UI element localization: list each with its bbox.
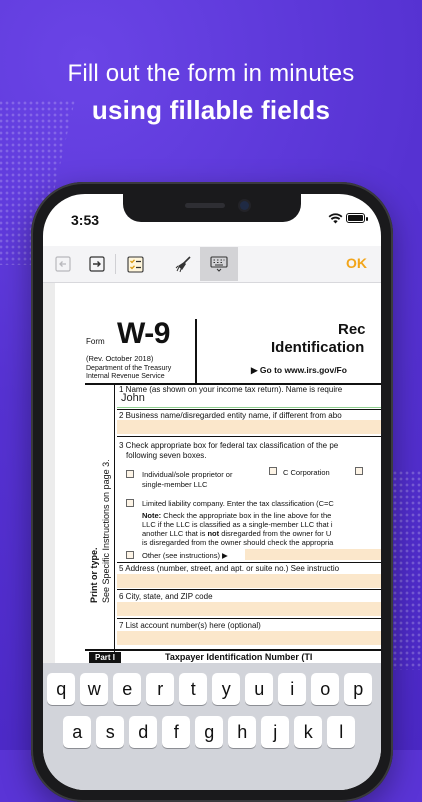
key-y[interactable]: y	[212, 673, 241, 705]
field-3-label: 3 Check appropriate box for federal tax …	[119, 441, 339, 450]
key-l[interactable]: l	[327, 716, 356, 748]
notch	[123, 194, 301, 222]
form-word: Form	[86, 337, 105, 346]
w9-page: Form W-9 (Rev. October 2018) Department …	[55, 283, 381, 663]
field-rule	[117, 436, 381, 437]
broom-icon[interactable]	[170, 250, 198, 278]
form-department: Department of the Treasury Internal Reve…	[86, 365, 171, 381]
name-input[interactable]	[117, 394, 381, 408]
name-value: John	[121, 392, 145, 404]
account-number-input[interactable]	[117, 631, 381, 645]
key-u[interactable]: u	[245, 673, 274, 705]
back-icon[interactable]	[49, 250, 77, 278]
field-rule	[117, 409, 381, 410]
key-q[interactable]: q	[47, 673, 76, 705]
s-corporation-checkbox[interactable]	[355, 467, 363, 475]
key-w[interactable]: w	[80, 673, 109, 705]
phone-screen: 3:53 OK Form W-9 (Rev. October 2018) Dep…	[43, 194, 381, 790]
checklist-icon[interactable]	[121, 250, 149, 278]
document-view[interactable]: Form W-9 (Rev. October 2018) Department …	[43, 283, 381, 663]
keyboard-icon[interactable]	[200, 247, 238, 281]
key-d[interactable]: d	[129, 716, 158, 748]
promo-line-2: using fillable fields	[91, 95, 331, 125]
address-input[interactable]	[117, 574, 381, 588]
status-time: 3:53	[71, 212, 100, 228]
side-label-instructions: See Specific Instructions on page 3.	[101, 459, 111, 603]
battery-icon	[346, 213, 368, 223]
c-corporation-label: C Corporation	[283, 468, 330, 477]
key-f[interactable]: f	[162, 716, 191, 748]
key-t[interactable]: t	[179, 673, 208, 705]
individual-label-1: Individual/sole proprietor or	[142, 470, 233, 479]
field-7-label: 7 List account number(s) here (optional)	[119, 621, 261, 630]
part-rule	[85, 649, 381, 651]
field-rule	[117, 562, 381, 563]
key-g[interactable]: g	[195, 716, 224, 748]
individual-label-2: single-member LLC	[142, 480, 208, 489]
city-state-zip-input[interactable]	[117, 602, 381, 616]
llc-checkbox[interactable]	[126, 499, 134, 507]
key-k[interactable]: k	[294, 716, 323, 748]
field-5-label: 5 Address (number, street, and apt. or s…	[119, 564, 340, 573]
heading-line-2: Identification	[271, 339, 365, 356]
form-revision: (Rev. October 2018)	[86, 354, 154, 363]
key-o[interactable]: o	[311, 673, 340, 705]
dept-line-2: Internal Revenue Service	[86, 373, 165, 380]
goto-irs-link: ▶ Go to www.irs.gov/Fo	[251, 365, 347, 375]
key-j[interactable]: j	[261, 716, 290, 748]
key-a[interactable]: a	[63, 716, 92, 748]
camera	[240, 201, 249, 210]
business-name-input[interactable]	[117, 420, 381, 434]
form-title: W-9	[117, 317, 170, 350]
llc-label: Limited liability company. Enter the tax…	[142, 499, 334, 508]
header-divider	[195, 319, 197, 383]
c-corporation-checkbox[interactable]	[269, 467, 277, 475]
keyboard: qwertyuiop asdfghjkl	[43, 663, 381, 790]
field-6-label: 6 City, state, and ZIP code	[119, 592, 213, 601]
part-title: Taxpayer Identification Number (TI	[165, 652, 313, 662]
other-checkbox[interactable]	[126, 551, 134, 559]
field-2-label: 2 Business name/disregarded entity name,…	[119, 411, 342, 420]
field-1-label: 1 Name (as shown on your income tax retu…	[119, 385, 343, 394]
other-input[interactable]	[245, 549, 381, 560]
other-label: Other (see instructions) ▶	[142, 551, 228, 560]
heading-line-1: Rec	[338, 321, 366, 338]
promo-line-1: Fill out the form in minutes	[67, 60, 355, 87]
note-line-1: Note: Check the appropriate box in the l…	[142, 511, 332, 520]
key-i[interactable]: i	[278, 673, 307, 705]
phone-frame: 3:53 OK Form W-9 (Rev. October 2018) Dep…	[31, 182, 393, 802]
note-line-4: is disregarded from the owner should che…	[142, 538, 334, 547]
key-h[interactable]: h	[228, 716, 257, 748]
individual-checkbox[interactable]	[126, 470, 134, 478]
key-p[interactable]: p	[344, 673, 373, 705]
ok-button[interactable]: OK	[346, 255, 367, 271]
field-rule	[117, 589, 381, 590]
toolbar: OK	[43, 246, 381, 283]
wifi-icon	[328, 213, 343, 224]
note-line-3: another LLC that is not disregarded from…	[142, 529, 332, 538]
left-column-rule	[114, 383, 115, 663]
key-r[interactable]: r	[146, 673, 175, 705]
key-s[interactable]: s	[96, 716, 125, 748]
part-label: Part I	[89, 652, 122, 663]
speaker	[185, 203, 225, 208]
forward-icon[interactable]	[83, 250, 111, 278]
side-label-print: Print or type.	[89, 547, 99, 603]
note-line-2: LLC if the LLC is classified as a single…	[142, 520, 333, 529]
key-e[interactable]: e	[113, 673, 142, 705]
field-3-label-b: following seven boxes.	[126, 451, 207, 460]
field-rule	[117, 618, 381, 619]
dept-line-1: Department of the Treasury	[86, 365, 172, 372]
toolbar-divider	[115, 254, 116, 274]
